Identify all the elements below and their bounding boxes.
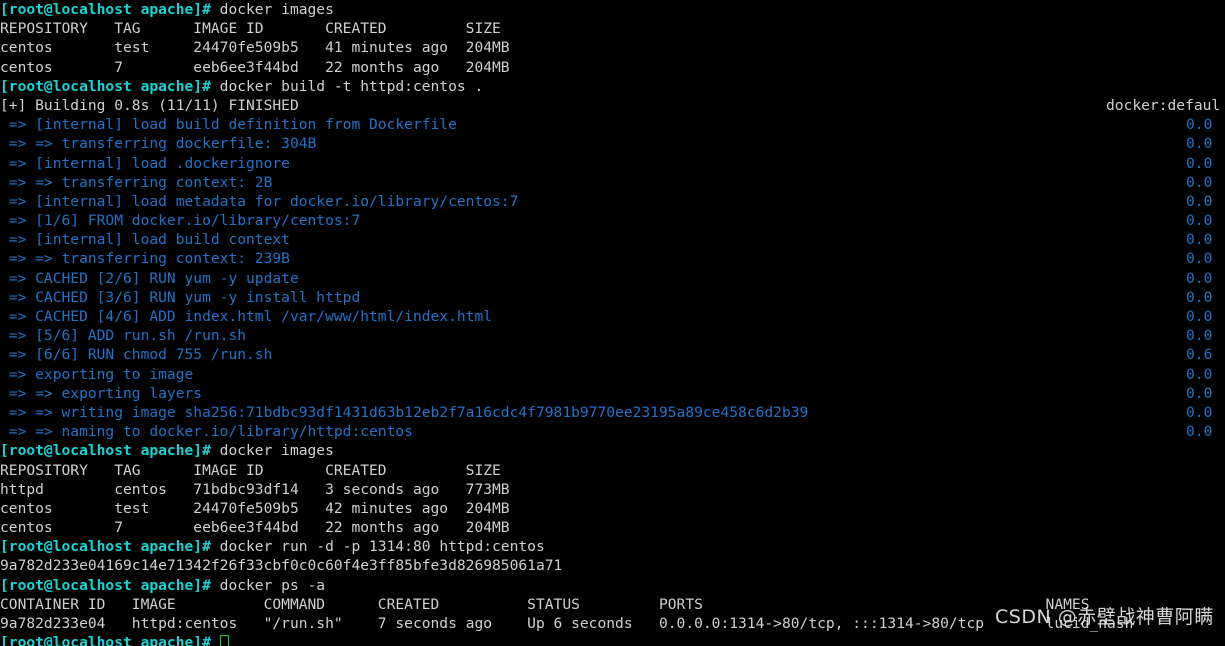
terminal-line: centos test 24470fe509b5 41 minutes ago … — [0, 38, 1225, 57]
shell-command: docker images — [210, 1, 334, 18]
output-text: 9a782d233e04169c14e71342f26f33cbf0c0c60f… — [0, 557, 563, 575]
terminal-line: CONTAINER ID IMAGE COMMAND CREATED STATU… — [0, 595, 1225, 614]
output-text: REPOSITORY TAG IMAGE ID CREATED SIZE — [0, 20, 501, 38]
build-step-timing: 0.0 — [1186, 423, 1213, 441]
terminal-line: => [internal] load build definition from… — [0, 115, 1225, 134]
terminal-line: [root@localhost apache]# — [0, 633, 1225, 646]
shell-command: docker build -t httpd:centos . — [210, 77, 484, 95]
output-text: REPOSITORY TAG IMAGE ID CREATED SIZE — [0, 461, 501, 479]
terminal-line: => [internal] load build context 0.0 — [0, 230, 1225, 249]
build-step-timing: 0.0 — [1186, 288, 1213, 306]
output-text: 9a782d233e04 httpd:centos "/run.sh" 7 se… — [0, 615, 1134, 632]
build-step-timing: 0.0 — [1186, 192, 1213, 210]
terminal-line: [+] Building 0.8s (11/11) FINISHED docker… — [0, 96, 1225, 115]
shell-prompt: [root@localhost apache]# — [0, 77, 211, 95]
output-text: CONTAINER ID IMAGE COMMAND CREATED STATU… — [0, 595, 1090, 613]
build-step-text: => => transferring dockerfile: 304B — [0, 135, 317, 153]
build-driver-label: docker:defaul — [1106, 96, 1221, 114]
output-text: [+] Building 0.8s (11/11) FINISHED — [0, 96, 299, 114]
terminal-line: => => naming to docker.io/library/httpd:… — [0, 422, 1225, 441]
terminal-line: [root@localhost apache]# docker images — [0, 0, 1225, 19]
shell-command: docker run -d -p 1314:80 httpd:centos — [210, 538, 545, 556]
build-step-timing: 0.0 — [1186, 308, 1213, 325]
terminal-line: => => exporting layers 0.0 — [0, 384, 1225, 403]
build-step-text: => [5/6] ADD run.sh /run.sh — [0, 327, 247, 345]
terminal-line: REPOSITORY TAG IMAGE ID CREATED SIZE — [0, 19, 1225, 38]
shell-prompt: [root@localhost apache]# — [0, 442, 211, 460]
shell-command: docker ps -a — [210, 576, 326, 594]
shell-prompt: [root@localhost apache]# — [0, 634, 211, 646]
terminal-line: [root@localhost apache]# docker ps -a — [0, 576, 1225, 595]
terminal-line: => => transferring context: 239B 0.0 — [0, 249, 1225, 268]
output-text: centos test 24470fe509b5 41 minutes ago … — [0, 39, 510, 57]
terminal-line: => [6/6] RUN chmod 755 /run.sh 0.6 — [0, 345, 1225, 364]
build-step-timing: 0.0 — [1186, 327, 1213, 345]
terminal-line: 9a782d233e04169c14e71342f26f33cbf0c0c60f… — [0, 556, 1225, 575]
terminal-line: centos 7 eeb6ee3f44bd 22 months ago 204M… — [0, 58, 1225, 77]
build-step-text: => [internal] load build definition from… — [0, 116, 457, 134]
build-step-timing: 0.0 — [1186, 154, 1213, 172]
shell-prompt: [root@localhost apache]# — [0, 538, 211, 556]
terminal-line: [root@localhost apache]# docker run -d -… — [0, 537, 1225, 556]
terminal-line: REPOSITORY TAG IMAGE ID CREATED SIZE — [0, 461, 1225, 480]
terminal-line: => => transferring context: 2B 0.0 — [0, 173, 1225, 192]
terminal-line: => [internal] load metadata for docker.i… — [0, 192, 1225, 211]
build-step-timing: 0.6 — [1186, 346, 1213, 364]
terminal-window[interactable]: [root@localhost apache]# docker images RE… — [0, 0, 1225, 646]
build-step-timing: 0.0 — [1186, 212, 1213, 230]
output-text: centos 7 eeb6ee3f44bd 22 months ago 204M… — [0, 519, 510, 537]
terminal-line: => => transferring dockerfile: 304B 0.0 — [0, 134, 1225, 153]
build-step-text: => => writing image sha256:71bdbc93df143… — [0, 403, 809, 421]
terminal-line: centos test 24470fe509b5 42 minutes ago … — [0, 499, 1225, 518]
build-step-text: => => naming to docker.io/library/httpd:… — [0, 423, 413, 441]
terminal-line: => [1/6] FROM docker.io/library/centos:7… — [0, 211, 1225, 230]
terminal-line: [root@localhost apache]# docker images — [0, 441, 1225, 460]
build-step-text: => exporting to image — [0, 365, 194, 383]
text-cursor — [219, 635, 229, 646]
build-step-text: => [internal] load build context — [0, 231, 290, 249]
build-step-text: => [6/6] RUN chmod 755 /run.sh — [0, 346, 273, 364]
terminal-line: => [5/6] ADD run.sh /run.sh 0.0 — [0, 326, 1225, 345]
build-step-timing: 0.0 — [1186, 173, 1213, 191]
output-text: centos test 24470fe509b5 42 minutes ago … — [0, 499, 510, 517]
output-text: httpd centos 71bdbc93df14 3 seconds ago … — [0, 480, 510, 498]
shell-command — [211, 634, 220, 646]
terminal-line: => CACHED [4/6] ADD index.html /var/www/… — [0, 307, 1225, 326]
build-step-text: => CACHED [3/6] RUN yum -y install httpd — [0, 288, 361, 306]
terminal-line: centos 7 eeb6ee3f44bd 22 months ago 204M… — [0, 518, 1225, 537]
output-text: centos 7 eeb6ee3f44bd 22 months ago 204M… — [0, 58, 510, 76]
terminal-line: 9a782d233e04 httpd:centos "/run.sh" 7 se… — [0, 614, 1225, 633]
build-step-text: => [internal] load metadata for docker.i… — [0, 192, 519, 210]
terminal-line: httpd centos 71bdbc93df14 3 seconds ago … — [0, 480, 1225, 499]
terminal-line: => [internal] load .dockerignore 0.0 — [0, 154, 1225, 173]
build-step-text: => [internal] load .dockerignore — [0, 154, 290, 172]
build-step-timing: 0.0 — [1186, 365, 1213, 383]
shell-command: docker images — [210, 442, 334, 460]
terminal-line: => CACHED [2/6] RUN yum -y update 0.0 — [0, 269, 1225, 288]
terminal-line: => => writing image sha256:71bdbc93df143… — [0, 403, 1225, 422]
build-step-text: => => transferring context: 2B — [0, 173, 273, 191]
shell-prompt: [root@localhost apache]# — [0, 1, 211, 18]
build-step-text: => => transferring context: 239B — [0, 250, 290, 268]
terminal-line: [root@localhost apache]# docker build -t… — [0, 77, 1225, 96]
shell-prompt: [root@localhost apache]# — [0, 576, 211, 594]
build-step-timing: 0.0 — [1186, 403, 1213, 421]
build-step-text: => CACHED [4/6] ADD index.html /var/www/… — [0, 308, 493, 325]
build-step-text: => => exporting layers — [0, 384, 203, 402]
build-step-timing: 0.0 — [1186, 231, 1213, 249]
build-step-text: => [1/6] FROM docker.io/library/centos:7 — [0, 212, 361, 230]
terminal-line: => CACHED [3/6] RUN yum -y install httpd… — [0, 288, 1225, 307]
build-step-timing: 0.0 — [1186, 250, 1213, 268]
terminal-screen: [root@localhost apache]# docker images RE… — [0, 0, 1225, 646]
build-step-timing: 0.0 — [1186, 135, 1213, 153]
build-step-timing: 0.0 — [1186, 116, 1213, 134]
build-step-timing: 0.0 — [1186, 269, 1213, 287]
build-step-text: => CACHED [2/6] RUN yum -y update — [0, 269, 299, 287]
terminal-line: => exporting to image 0.0 — [0, 365, 1225, 384]
build-step-timing: 0.0 — [1186, 384, 1213, 402]
